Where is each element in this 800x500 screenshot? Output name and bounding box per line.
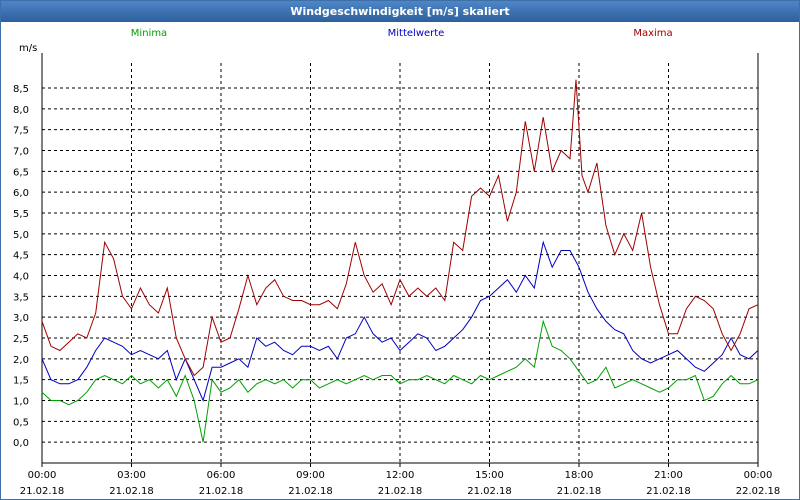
legend-minima: Minima (131, 28, 167, 39)
x-tick-date: 21.02.18 (20, 486, 65, 497)
y-tick-label: 1,5 (13, 376, 29, 387)
axes: 0,0 0,5 1,0 1,5 2,0 2,5 3,0 3,5 4,0 4,5 5,0 5,5 6,0 6… (13, 43, 780, 497)
x-tick-date: 21.02.18 (557, 486, 602, 497)
legend: Minima Mittelwerte Maxima (131, 28, 673, 39)
y-tick-label: 5,0 (13, 230, 29, 241)
x-tick-time: 21:00 (654, 470, 683, 481)
y-tick-label: 5,5 (13, 209, 29, 220)
y-tick-label: 7,5 (13, 126, 29, 137)
x-tick-time: 00:00 (28, 470, 57, 481)
x-tick-date: 21.02.18 (109, 486, 154, 497)
x-tick-date: 21.02.18 (288, 486, 333, 497)
y-tick-label: 3,5 (13, 292, 29, 303)
window-title: Windgeschwindigkeit [m/s] skaliert (1, 1, 799, 22)
x-tick-time: 03:00 (117, 470, 146, 481)
x-tick-time: 09:00 (296, 470, 325, 481)
x-tick-date: 21.02.18 (467, 486, 512, 497)
x-tick-date: 21.02.18 (646, 486, 691, 497)
legend-mittelwerte: Mittelwerte (388, 28, 445, 39)
x-tick-date: 22.02.18 (736, 486, 781, 497)
chart-window: Windgeschwindigkeit [m/s] skaliert 0,0 0,… (0, 0, 800, 500)
y-tick-label: 2,5 (13, 334, 29, 345)
x-tick-time: 12:00 (386, 470, 415, 481)
x-tick-date: 21.02.18 (199, 486, 244, 497)
y-tick-label: 3,0 (13, 313, 29, 324)
y-tick-label: 4,0 (13, 272, 29, 283)
x-tick-time: 18:00 (565, 470, 594, 481)
y-axis-unit: m/s (19, 43, 37, 54)
y-tick-label: 6,0 (13, 188, 29, 199)
y-tick-label: 1,0 (13, 397, 29, 408)
x-tick-date: 21.02.18 (378, 486, 423, 497)
x-tick-time: 00:00 (744, 470, 773, 481)
y-tick-label: 8,5 (13, 84, 29, 95)
x-tick-time: 15:00 (475, 470, 504, 481)
y-tick-label: 6,5 (13, 167, 29, 178)
legend-maxima: Maxima (633, 28, 672, 39)
y-tick-label: 2,0 (13, 355, 29, 366)
y-tick-label: 0,0 (13, 438, 29, 449)
grid (42, 63, 758, 463)
y-tick-label: 0,5 (13, 417, 29, 428)
y-tick-label: 4,5 (13, 251, 29, 262)
x-tick-time: 06:00 (207, 470, 236, 481)
y-tick-label: 8,0 (13, 105, 29, 116)
wind-speed-chart: 0,0 0,5 1,0 1,5 2,0 2,5 3,0 3,5 4,0 4,5 5,0 5,5 6,0 6… (13, 28, 780, 497)
y-tick-label: 7,0 (13, 147, 29, 158)
